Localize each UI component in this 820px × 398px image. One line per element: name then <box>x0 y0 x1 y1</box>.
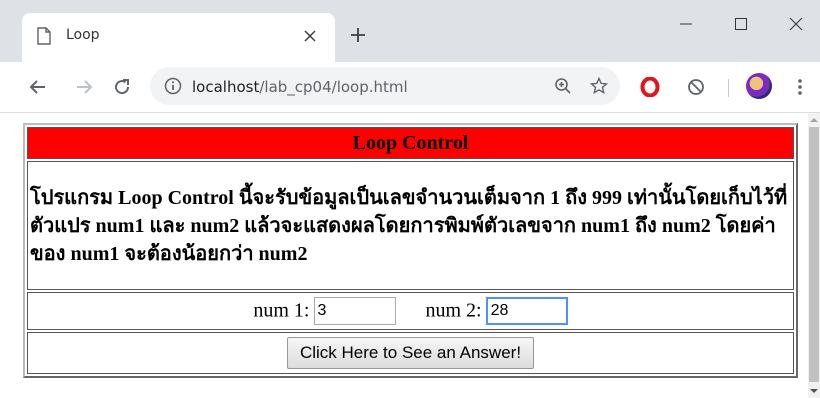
button-row: Click Here to See an Answer! <box>27 332 794 374</box>
browser-titlebar: Loop <box>0 0 820 62</box>
new-tab-icon[interactable] <box>350 27 366 43</box>
zoom-icon[interactable] <box>554 77 572 95</box>
address-bar[interactable]: localhost/lab_cp04/loop.html <box>150 67 620 105</box>
see-answer-button[interactable]: Click Here to See an Answer! <box>286 337 535 369</box>
browser-toolbar: localhost/lab_cp04/loop.html <box>0 62 820 113</box>
url-host: localhost <box>192 78 260 96</box>
scroll-up-icon[interactable] <box>810 116 818 124</box>
url-text[interactable]: localhost/lab_cp04/loop.html <box>192 78 408 96</box>
tab-title: Loop <box>66 27 100 43</box>
num1-input[interactable] <box>313 297 396 325</box>
opera-extension-icon[interactable] <box>640 77 660 97</box>
vertical-scrollbar[interactable] <box>808 113 820 398</box>
minimize-icon[interactable] <box>676 14 696 34</box>
profile-avatar[interactable] <box>746 73 772 99</box>
scrollbar-thumb[interactable] <box>809 127 819 382</box>
browser-tab[interactable]: Loop <box>22 13 335 62</box>
page-title: Loop Control <box>27 127 794 159</box>
scroll-down-icon[interactable] <box>810 387 818 395</box>
maximize-icon[interactable] <box>731 14 751 34</box>
bookmark-star-icon[interactable] <box>590 77 608 95</box>
reload-icon[interactable] <box>112 77 132 97</box>
num2-label: num 2: <box>425 299 482 322</box>
loop-control-table: Loop Control โปรแกรม Loop Control นี้จะร… <box>23 123 798 378</box>
close-window-icon[interactable] <box>786 14 806 34</box>
url-path: /lab_cp04/loop.html <box>259 78 408 96</box>
block-extension-icon[interactable] <box>686 77 706 97</box>
site-info-icon[interactable] <box>164 77 182 95</box>
num2-input[interactable] <box>485 297 568 325</box>
forward-icon[interactable] <box>74 77 94 97</box>
program-description: โปรแกรม Loop Control นี้จะรับข้อมูลเป็นเ… <box>27 161 794 290</box>
page-icon <box>37 27 51 45</box>
toolbar-divider <box>728 79 729 97</box>
num1-label: num 1: <box>253 299 310 322</box>
close-tab-icon[interactable] <box>304 30 316 42</box>
back-icon[interactable] <box>28 77 48 97</box>
menu-dots-icon[interactable] <box>796 77 804 97</box>
input-row: num 1: num 2: <box>27 292 794 330</box>
